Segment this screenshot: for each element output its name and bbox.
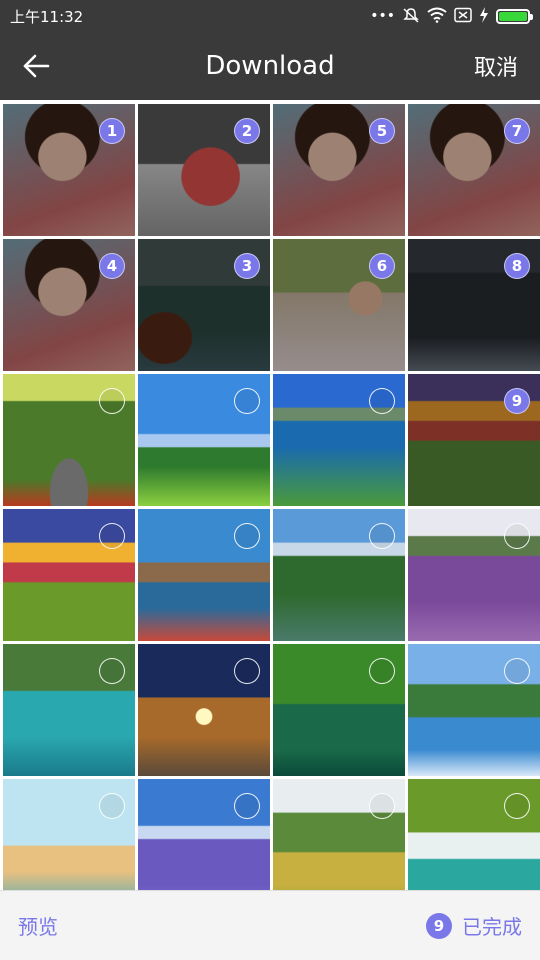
select-checkbox[interactable] xyxy=(234,793,260,819)
photo-thumbnail[interactable]: 2 xyxy=(138,104,270,236)
battery-icon xyxy=(496,8,533,24)
selected-count-badge: 9 xyxy=(426,912,452,939)
select-checkbox[interactable] xyxy=(504,658,530,684)
status-bar: 上午11:32 ••• xyxy=(0,0,540,32)
photo-thumbnail[interactable]: 1 xyxy=(3,104,135,236)
photo-thumbnail[interactable] xyxy=(138,644,270,776)
selection-order-badge[interactable]: 1 xyxy=(99,118,125,144)
select-checkbox[interactable] xyxy=(234,658,260,684)
select-checkbox[interactable] xyxy=(99,658,125,684)
preview-button[interactable]: 预览 xyxy=(18,911,58,940)
photo-thumbnail[interactable] xyxy=(408,644,540,776)
photo-thumbnail[interactable]: 4 xyxy=(3,239,135,371)
app-bar: Download 取消 xyxy=(0,32,540,100)
select-checkbox[interactable] xyxy=(369,658,395,684)
selection-order-badge[interactable]: 3 xyxy=(234,253,260,279)
sim-icon xyxy=(454,7,472,26)
done-label: 已完成 xyxy=(462,915,522,939)
photo-thumbnail[interactable]: 7 xyxy=(408,104,540,236)
select-checkbox[interactable] xyxy=(369,793,395,819)
photo-thumbnail[interactable]: 9 xyxy=(408,374,540,506)
select-checkbox[interactable] xyxy=(234,523,260,549)
photo-thumbnail[interactable] xyxy=(273,509,405,641)
photo-thumbnail[interactable]: 6 xyxy=(273,239,405,371)
photo-grid: 1 2 5 7 4 3 6 8 9 xyxy=(0,100,540,890)
select-checkbox[interactable] xyxy=(504,793,530,819)
mute-icon xyxy=(402,7,420,26)
page-title: Download xyxy=(205,51,335,81)
photo-thumbnail[interactable] xyxy=(273,374,405,506)
photo-thumbnail[interactable] xyxy=(138,374,270,506)
select-checkbox[interactable] xyxy=(234,388,260,414)
photo-thumbnail[interactable]: 8 xyxy=(408,239,540,371)
select-checkbox[interactable] xyxy=(99,523,125,549)
wifi-icon xyxy=(427,7,447,26)
photo-thumbnail[interactable]: 3 xyxy=(138,239,270,371)
photo-thumbnail[interactable] xyxy=(408,779,540,890)
done-button[interactable]: 9 已完成 xyxy=(426,911,522,940)
photo-thumbnail[interactable] xyxy=(3,374,135,506)
select-checkbox[interactable] xyxy=(99,388,125,414)
selection-order-badge[interactable]: 5 xyxy=(369,118,395,144)
selection-order-badge[interactable]: 4 xyxy=(99,253,125,279)
status-icons: ••• xyxy=(370,6,533,26)
selection-order-badge[interactable]: 6 xyxy=(369,253,395,279)
back-button[interactable] xyxy=(22,46,62,86)
select-checkbox[interactable] xyxy=(369,388,395,414)
photo-thumbnail[interactable] xyxy=(138,779,270,890)
select-checkbox[interactable] xyxy=(369,523,395,549)
dots-icon: ••• xyxy=(370,8,395,24)
back-arrow-icon xyxy=(23,54,50,78)
select-checkbox[interactable] xyxy=(504,523,530,549)
select-checkbox[interactable] xyxy=(99,793,125,819)
photo-thumbnail[interactable] xyxy=(3,779,135,890)
cancel-button[interactable]: 取消 xyxy=(474,50,518,82)
charging-icon xyxy=(479,6,489,26)
selection-order-badge[interactable]: 2 xyxy=(234,118,260,144)
photo-thumbnail[interactable] xyxy=(408,509,540,641)
selection-order-badge[interactable]: 8 xyxy=(504,253,530,279)
photo-thumbnail[interactable] xyxy=(273,779,405,890)
photo-thumbnail[interactable] xyxy=(273,644,405,776)
selection-order-badge[interactable]: 7 xyxy=(504,118,530,144)
photo-thumbnail[interactable] xyxy=(138,509,270,641)
photo-thumbnail[interactable]: 5 xyxy=(273,104,405,236)
photo-thumbnail[interactable] xyxy=(3,509,135,641)
selection-order-badge[interactable]: 9 xyxy=(504,388,530,414)
photo-thumbnail[interactable] xyxy=(3,644,135,776)
bottom-bar: 预览 9 已完成 xyxy=(0,890,540,960)
status-time: 上午11:32 xyxy=(10,7,84,26)
